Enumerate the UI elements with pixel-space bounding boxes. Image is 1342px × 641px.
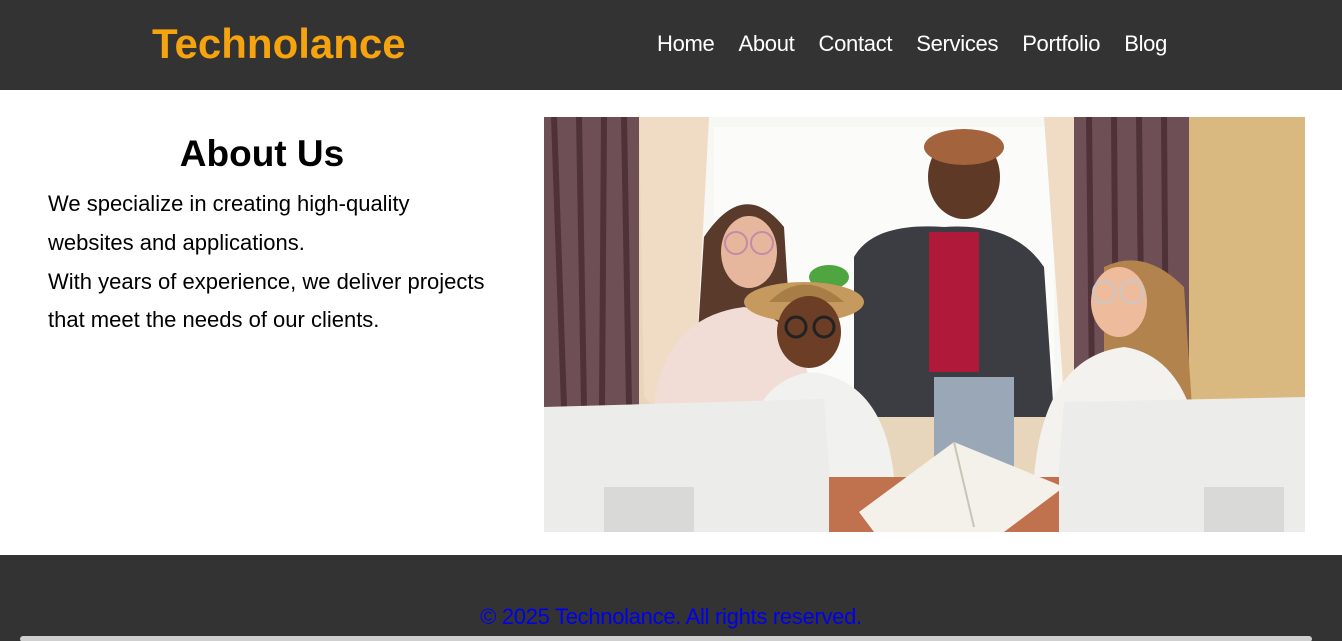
about-title: About Us (179, 133, 345, 174)
nav-link-services[interactable]: Services (916, 29, 998, 59)
about-paragraph-2: With years of experience, we deliver pro… (48, 268, 485, 333)
about-text: We specialize in creating high-quality w… (48, 185, 488, 340)
site-header: Technolance Home About Contact Services … (0, 0, 1342, 90)
team-photo (544, 117, 1305, 532)
main-nav: Home About Contact Services Portfolio Bl… (657, 29, 1167, 59)
nav-link-home[interactable]: Home (657, 29, 715, 59)
copyright-text[interactable]: © 2025 Technolance. All rights reserved. (0, 603, 1342, 631)
page: Technolance Home About Contact Services … (0, 0, 1342, 641)
site-footer: © 2025 Technolance. All rights reserved. (0, 555, 1342, 641)
brand-logo[interactable]: Technolance (152, 20, 406, 68)
nav-link-contact[interactable]: Contact (819, 29, 893, 59)
nav-link-portfolio[interactable]: Portfolio (1022, 29, 1100, 59)
nav-link-blog[interactable]: Blog (1124, 29, 1167, 59)
about-paragraph-1: We specialize in creating high-quality w… (48, 191, 410, 255)
nav-link-about[interactable]: About (739, 29, 795, 59)
horizontal-scrollbar[interactable] (20, 636, 1312, 641)
